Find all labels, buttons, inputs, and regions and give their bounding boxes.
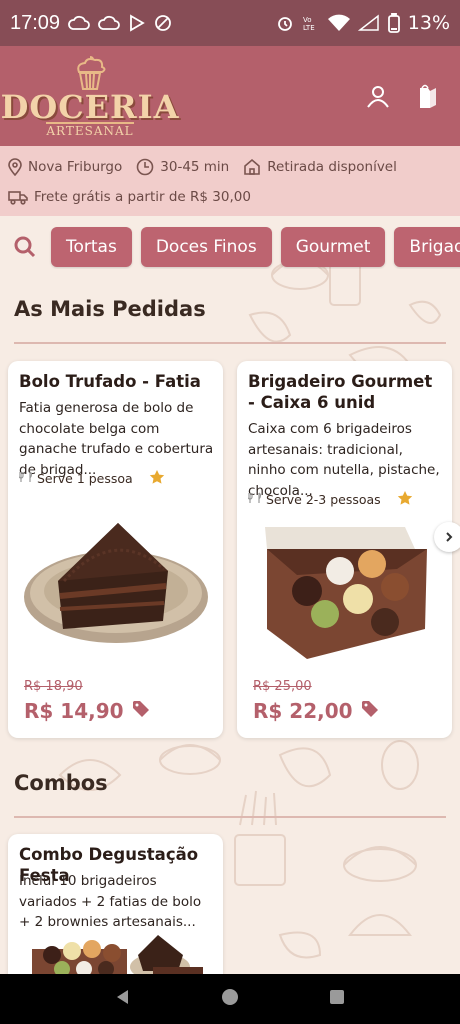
chevron-right-icon [446,532,453,542]
free-shipping-text: Frete grátis a partir de R$ 30,00 [34,189,251,205]
recents-icon [329,990,344,1004]
battery-level: 13% [407,12,450,34]
brand-name: DOCERIA [0,88,180,126]
star-icon [149,469,165,488]
price-text: R$ 22,00 [253,699,353,723]
product-image [237,519,452,664]
product-price: R$ 14,90 [24,699,150,723]
location-info: Nova Friburgo [8,158,122,176]
status-time: 17:09 [10,11,61,34]
category-gourmet[interactable]: Gourmet [280,227,386,267]
back-button[interactable] [114,988,132,1010]
category-brigadeiros[interactable]: Brigadeiros [394,227,460,267]
cupcake-icon [77,56,106,90]
status-bar: 17:09 Vo LTE 13% [0,0,460,46]
tag-icon [361,699,379,723]
section-title-most-ordered: As Mais Pedidas [14,297,206,321]
store-icon [244,158,261,175]
free-shipping-info: Frete grátis a partir de R$ 30,00 [8,189,251,205]
category-doces-finos[interactable]: Doces Finos [140,227,272,267]
clock-icon [136,158,154,176]
product-price: R$ 22,00 [253,699,379,723]
delivery-time-text: 30-45 min [160,159,230,175]
product-image [8,511,223,661]
tag-icon [132,699,150,723]
pickup-info: Retirada disponível [243,158,397,176]
signal-icon [357,14,380,32]
recents-button[interactable] [328,988,346,1010]
price-text: R$ 14,90 [24,699,124,723]
truck-icon [8,191,28,205]
product-old-price: R$ 25,00 [253,679,312,694]
category-bar: Tortas Doces Finos Gourmet Brigadeiros [0,225,460,269]
plate-icon [247,492,262,507]
back-icon [117,990,129,1004]
cart-button[interactable] [414,82,442,110]
store-info-bar: Nova Friburgo 30-45 min Retirada disponí… [0,146,460,216]
product-description: Caixa com 6 brigadeiros artesanais: trad… [248,421,440,499]
product-serves: Serve 1 pessoa [18,469,165,488]
shopping-bag-icon [420,84,436,108]
profile-button[interactable] [364,82,392,110]
product-serves: Serve 2-3 pessoas [247,490,413,509]
product-old-price: R$ 18,90 [24,679,83,694]
system-navigation-bar [0,974,460,1024]
serves-text: Serve 1 pessoa [37,471,133,486]
product-card[interactable]: Brigadeiro Gourmet - Caixa 6 unid Caixa … [237,361,452,738]
brand-subtitle: ARTESANAL [46,122,134,138]
volte-icon: Vo LTE [302,14,320,32]
wifi-icon [327,14,350,32]
svg-text:Vo: Vo [303,16,312,24]
section-title-combos: Combos [14,771,108,795]
svg-text:LTE: LTE [303,24,315,32]
location-text: Nova Friburgo [28,159,123,175]
play-store-icon [128,14,146,32]
category-tortas[interactable]: Tortas [51,227,132,267]
do-not-disturb-icon [154,14,172,32]
plate-icon [18,471,33,486]
battery-icon [387,13,400,33]
alarm-icon [276,14,294,32]
section-divider [14,816,446,818]
carousel-next-button[interactable] [434,522,460,552]
product-description: Fatia generosa de bolo de chocolate belg… [19,400,214,478]
user-icon [367,86,389,108]
brand-logo[interactable]: DOCERIA ARTESANAL [1,54,178,138]
product-card[interactable]: Bolo Trufado - Fatia Fatia generosa de b… [8,361,223,738]
delivery-time-info: 30-45 min [136,158,229,176]
product-name: Bolo Trufado - Fatia [19,372,201,391]
pickup-text: Retirada disponível [267,159,397,175]
app-header: DOCERIA ARTESANAL [0,46,460,146]
map-pin-icon [8,158,22,176]
product-name: Brigadeiro Gourmet - Caixa 6 unid [248,372,433,412]
product-description: Inclui 10 brigadeiros variados + 2 fatia… [19,873,202,930]
star-icon [397,490,413,509]
home-button[interactable] [221,988,239,1010]
cloud-icon [68,15,90,31]
search-button[interactable] [8,230,42,264]
serves-text: Serve 2-3 pessoas [266,492,381,507]
product-card[interactable]: Combo Degustação Festa Inclui 10 brigade… [8,834,223,984]
home-icon [221,989,238,1005]
section-divider [14,342,446,344]
search-icon [14,236,36,258]
cloud-icon [98,15,120,31]
